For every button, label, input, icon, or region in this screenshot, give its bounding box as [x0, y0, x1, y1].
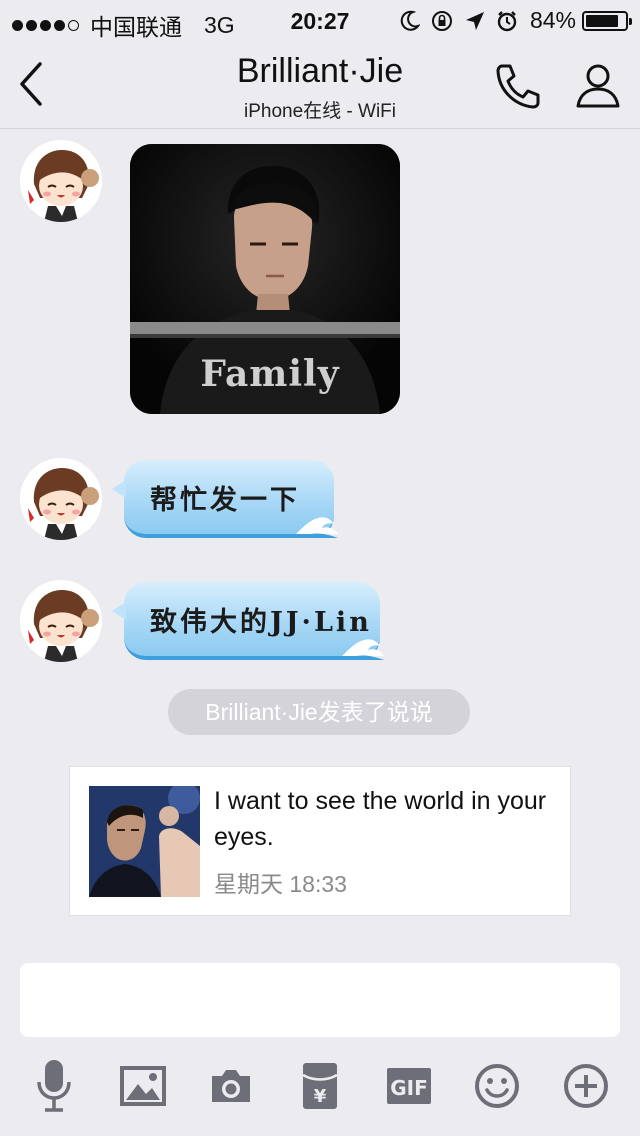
- portrait-photo: Family: [130, 144, 400, 414]
- svg-text:Family: Family: [200, 353, 339, 395]
- svg-text:GIF: GIF: [390, 1076, 428, 1100]
- sender-avatar[interactable]: [20, 140, 102, 222]
- phone-icon: [496, 64, 540, 109]
- text-message-bubble[interactable]: 帮忙发一下: [112, 460, 338, 538]
- input-toolbar: ¥ GIF: [0, 1056, 640, 1120]
- message-input[interactable]: [20, 963, 620, 1037]
- post-thumbnail: [89, 786, 200, 897]
- post-text: I want to see the world in your eyes.: [214, 787, 547, 851]
- photo-album-button[interactable]: [113, 1056, 173, 1116]
- more-button[interactable]: [556, 1056, 616, 1116]
- text-message-bubble[interactable]: 致伟大的JJ·Lin: [112, 582, 384, 660]
- camera-icon: [212, 1070, 250, 1102]
- anime-girl-avatar-icon: [20, 458, 102, 540]
- anime-girl-avatar-icon: [20, 140, 102, 222]
- microphone-icon: [37, 1060, 71, 1112]
- rotation-lock-icon: [430, 9, 454, 33]
- voice-button[interactable]: [24, 1056, 84, 1116]
- red-packet-icon: ¥: [302, 1063, 338, 1109]
- person-icon: [576, 64, 620, 108]
- wave-decoration-icon: [342, 639, 384, 660]
- online-status: iPhone在线 - WiFi: [243, 101, 397, 122]
- chat-title: Brilliant·Jie: [236, 52, 404, 90]
- anime-girl-avatar-icon: [20, 580, 102, 662]
- wave-decoration-icon: [296, 517, 338, 538]
- camera-button[interactable]: [201, 1056, 261, 1116]
- sender-avatar[interactable]: [20, 580, 102, 662]
- post-photo: [89, 786, 200, 897]
- plus-icon: [564, 1064, 608, 1108]
- gif-button[interactable]: GIF: [379, 1056, 439, 1116]
- status-bar: 中国联通 3G 20:27 84%: [0, 0, 640, 40]
- nav-bar: Brilliant·Jie iPhone在线 - WiFi: [0, 40, 640, 129]
- battery-icon: [582, 10, 632, 31]
- message-text: 帮忙发一下: [150, 484, 300, 516]
- message-text: 致伟大的JJ·Lin: [150, 606, 372, 638]
- battery-percent: 84%: [529, 7, 576, 33]
- moon-icon: [400, 10, 420, 32]
- image-icon: [120, 1066, 166, 1106]
- post-time: 星期天 18:33: [214, 871, 347, 897]
- location-icon: [464, 10, 486, 32]
- svg-text:¥: ¥: [314, 1086, 327, 1107]
- system-notice: Brilliant·Jie发表了说说: [168, 689, 470, 735]
- red-packet-button[interactable]: ¥: [290, 1056, 350, 1116]
- sender-avatar[interactable]: [20, 458, 102, 540]
- call-button[interactable]: [492, 60, 544, 112]
- emoji-button[interactable]: [467, 1056, 527, 1116]
- emoji-icon: [475, 1064, 519, 1108]
- profile-button[interactable]: [572, 60, 624, 112]
- alarm-icon: [496, 10, 518, 32]
- image-message[interactable]: Family: [130, 144, 400, 414]
- status-right: 84%: [390, 7, 632, 34]
- gif-icon: GIF: [387, 1068, 431, 1104]
- shared-post-card[interactable]: I want to see the world in your eyes. 星期…: [69, 766, 571, 916]
